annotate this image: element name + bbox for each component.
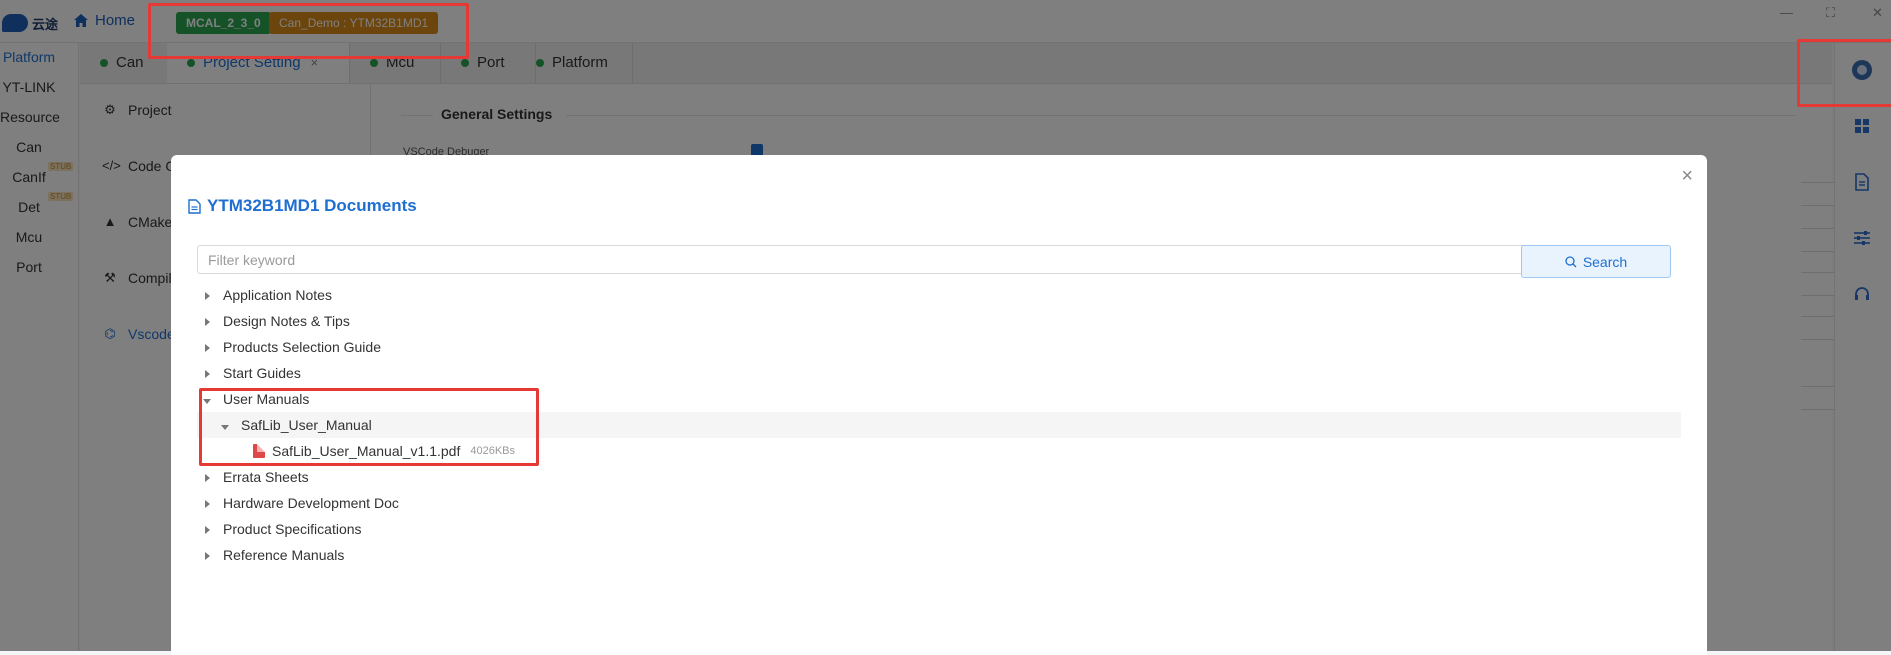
search-button[interactable]: Search	[1521, 245, 1671, 278]
search-button-label: Search	[1582, 253, 1628, 270]
close-icon[interactable]: ×	[1681, 165, 1693, 188]
tree-node-label: Errata Sheets	[223, 469, 309, 485]
tree-node-label: Application Notes	[223, 287, 332, 303]
highlight-box	[199, 388, 539, 466]
caret-right-icon[interactable]	[205, 365, 219, 381]
caret-right-icon[interactable]	[205, 547, 219, 563]
documents-dialog: × YTM32B1MD1 Documents Search Applicatio…	[171, 155, 1707, 655]
tree-node-errata-sheets[interactable]: Errata Sheets	[197, 464, 1681, 490]
tree-node-label: Product Specifications	[223, 521, 362, 537]
tree-node-reference-manuals[interactable]: Reference Manuals	[197, 542, 1681, 568]
caret-right-icon[interactable]	[205, 313, 219, 329]
dialog-title-text: YTM32B1MD1 Documents	[207, 196, 417, 215]
highlight-box	[148, 3, 469, 59]
document-icon	[188, 198, 201, 214]
caret-right-icon[interactable]	[205, 495, 219, 511]
caret-right-icon[interactable]	[205, 287, 219, 303]
tree-node-start-guides[interactable]: Start Guides	[197, 360, 1681, 386]
caret-right-icon[interactable]	[205, 521, 219, 537]
caret-right-icon[interactable]	[205, 469, 219, 485]
highlight-box	[1797, 39, 1891, 107]
tree-node-label: Hardware Development Doc	[223, 495, 399, 511]
tree-node-application-notes[interactable]: Application Notes	[197, 282, 1681, 308]
tree-node-label: Reference Manuals	[223, 547, 345, 563]
tree-node-design-notes[interactable]: Design Notes & Tips	[197, 308, 1681, 334]
tree-node-label: Products Selection Guide	[223, 339, 381, 355]
tree-node-products-selection-guide[interactable]: Products Selection Guide	[197, 334, 1681, 360]
filter-input[interactable]	[197, 245, 1531, 274]
tree-node-label: Design Notes & Tips	[223, 313, 350, 329]
tree-node-label: Start Guides	[223, 365, 301, 381]
dialog-title: YTM32B1MD1 Documents	[188, 196, 417, 216]
caret-right-icon[interactable]	[205, 339, 219, 355]
tree-node-product-specifications[interactable]: Product Specifications	[197, 516, 1681, 542]
search-icon	[1565, 255, 1577, 267]
tree-node-hardware-development-doc[interactable]: Hardware Development Doc	[197, 490, 1681, 516]
